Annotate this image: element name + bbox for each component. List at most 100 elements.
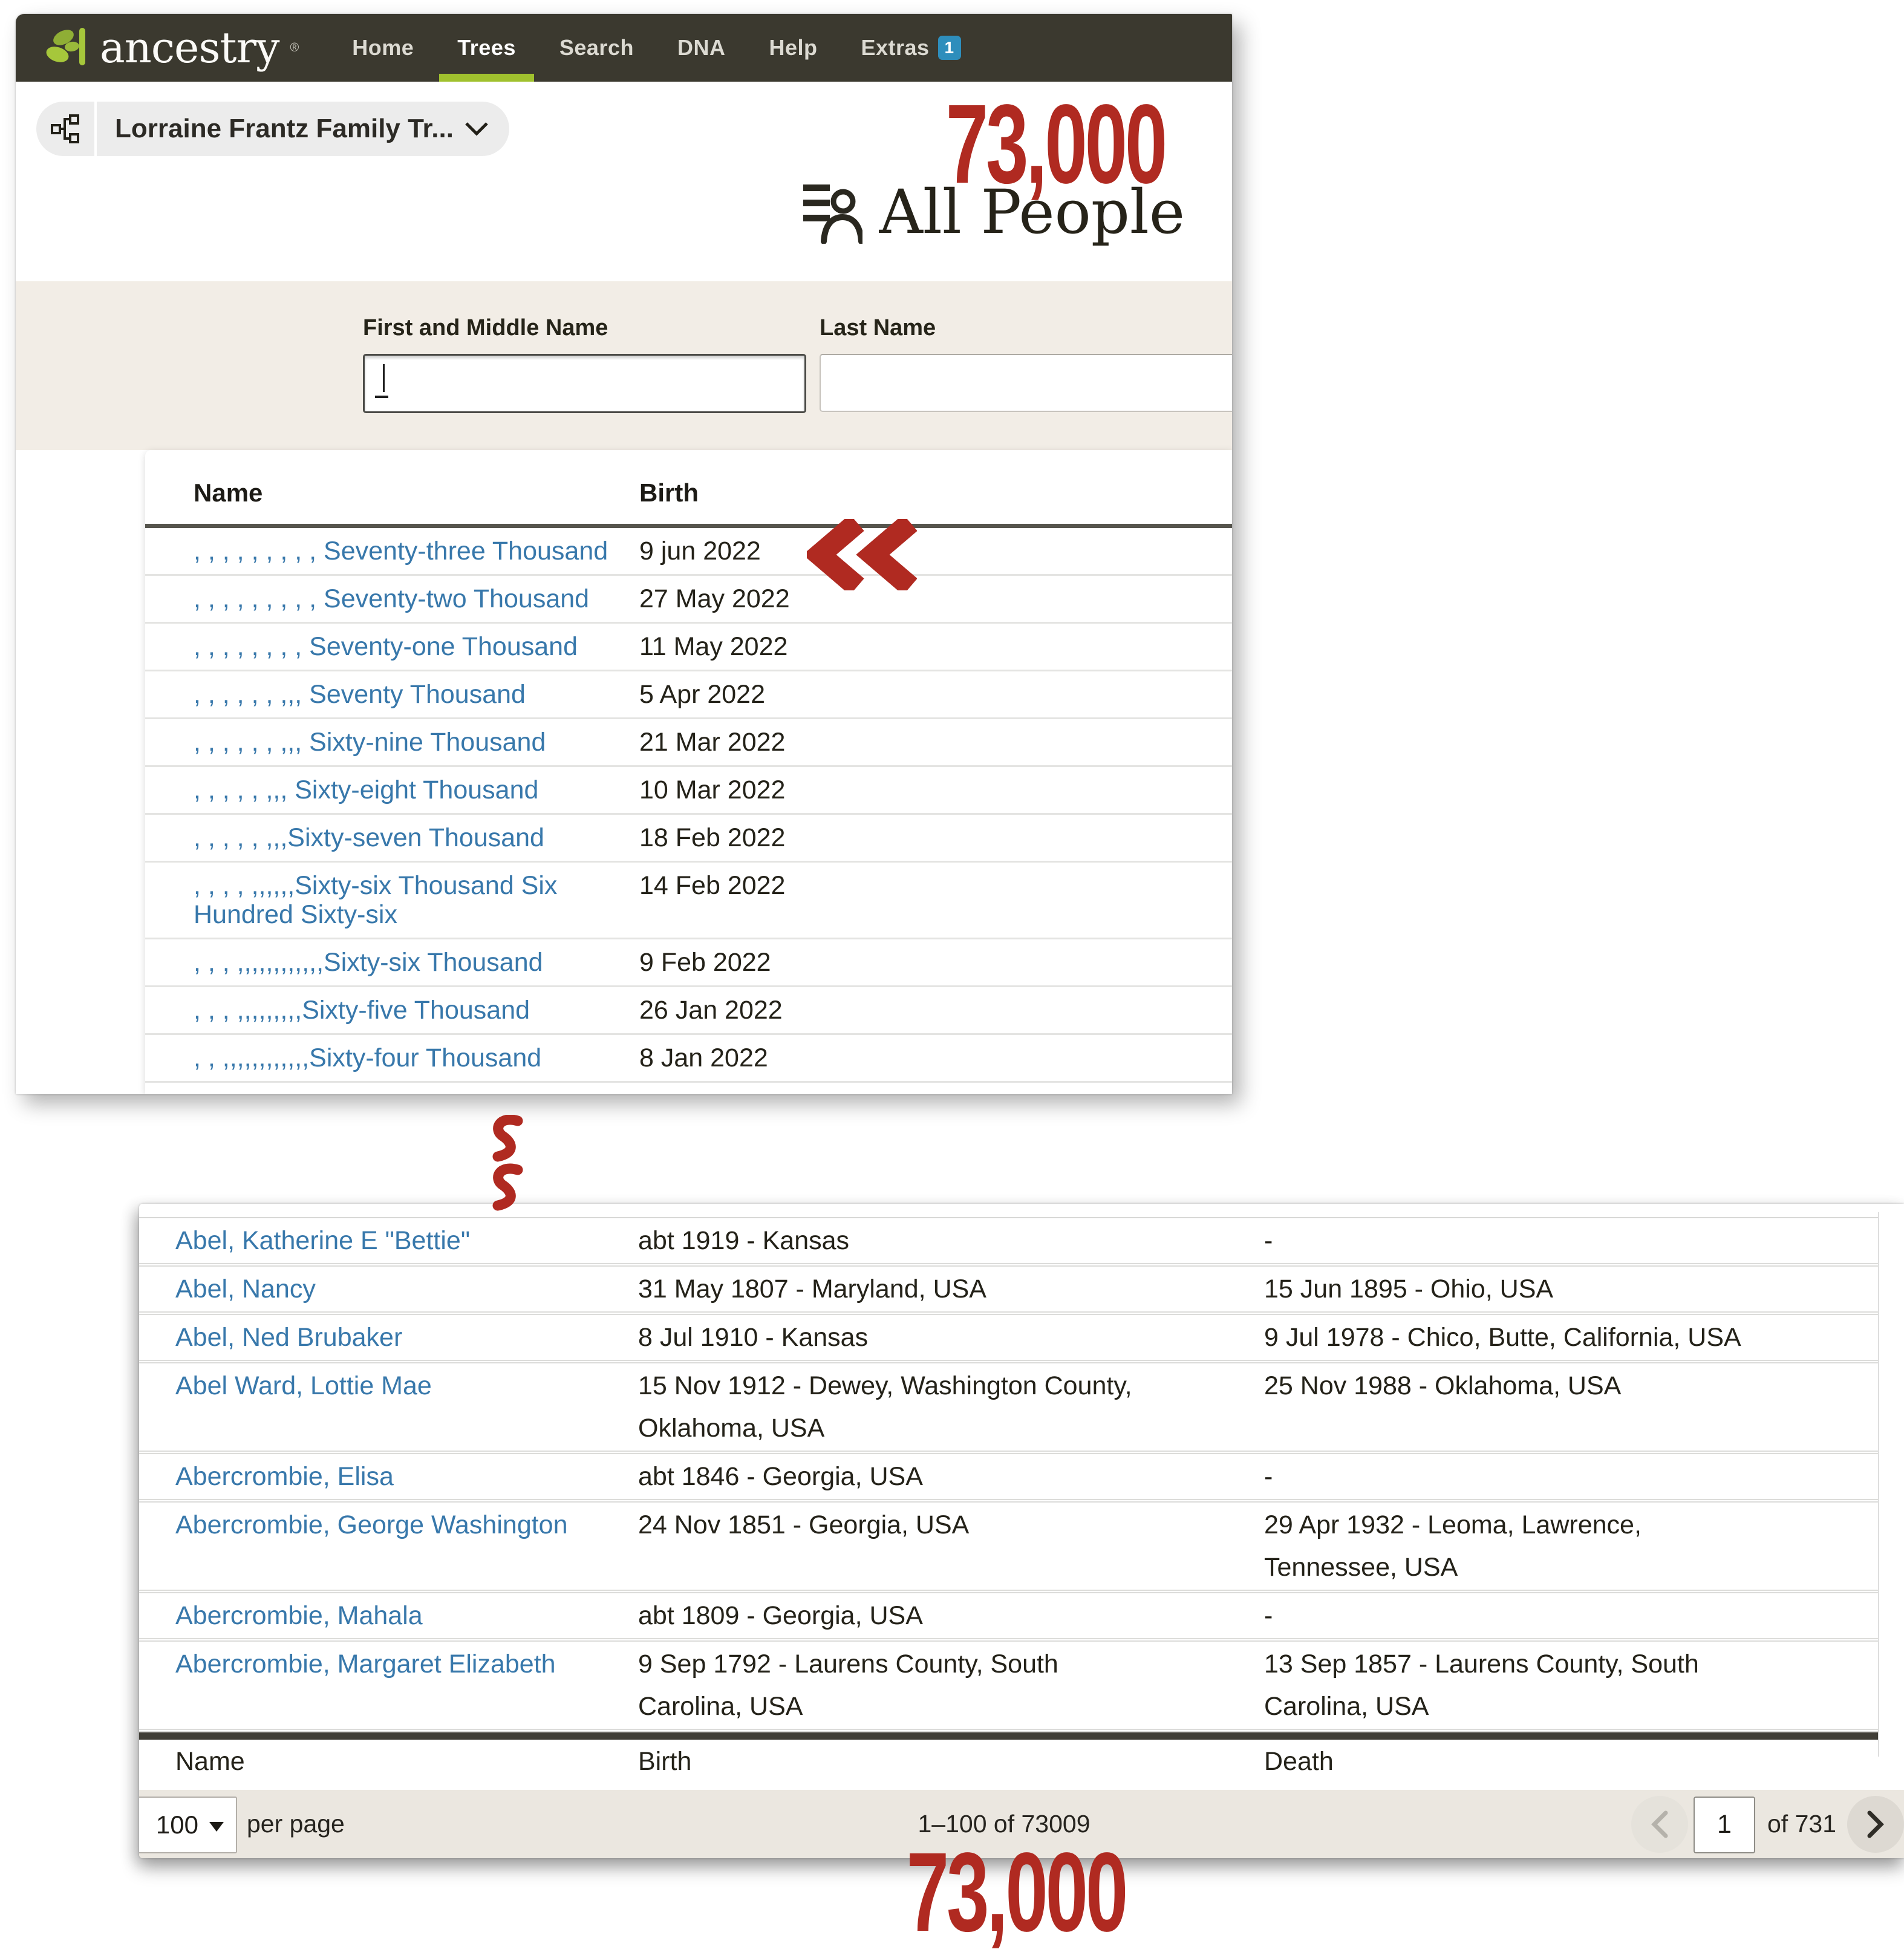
nav-item-label: Home [352,35,414,60]
birth-cell: 14 Feb 2022 [639,871,785,900]
table-row: , , , , , , ,,, Seventy Thousand5 Apr 20… [145,671,1232,719]
column-header-name: Name [175,1740,638,1783]
nav-item-label: Extras [861,35,929,60]
nav-item-extras[interactable]: Extras 1 [839,14,982,82]
birth-cell: 9 Feb 2022 [639,948,771,977]
table-row: Abel, Nancy31 May 1807 - Maryland, USA15… [139,1267,1878,1315]
footer-column-headers: Name Birth Death [139,1740,1878,1783]
table-row: , , , , ,,,,,,Sixty-six Thousand Six Hun… [145,863,1232,939]
tree-selector[interactable]: Lorraine Frantz Family Tr... [36,102,509,156]
all-people-icon [803,177,862,247]
person-link[interactable]: , , , , , ,,, Sixty-eight Thousand [194,775,639,805]
death-cell: 25 Nov 1988 - Oklahoma, USA [1264,1365,1878,1407]
previous-page-button[interactable] [1631,1796,1688,1853]
person-link[interactable]: Abercrombie, Margaret Elizabeth [175,1643,638,1685]
death-cell: - [1264,1594,1878,1637]
person-link[interactable]: Abel, Ned Brubaker [175,1316,638,1359]
ancestry-leaf-icon [44,26,89,70]
annotation-count-top: 73,000 [941,88,1171,201]
table-row: Abel Ward, Lottie Mae15 Nov 1912 - Dewey… [139,1363,1878,1454]
per-page-label: per page [247,1790,345,1858]
first-name-input[interactable] [363,354,806,413]
annotation-arrows-icon [807,519,917,593]
person-link[interactable]: Abercrombie, Elisa [175,1455,638,1498]
death-cell: - [1264,1455,1878,1498]
person-link[interactable]: , , , , , , , , , Seventy-three Thousand [194,537,639,566]
person-link[interactable]: , , , , , , , , , Seventy-two Thousand [194,584,639,613]
birth-cell: 5 Apr 2022 [639,680,765,709]
person-link[interactable]: , , , , ,,,,,,Sixty-six Thousand Six Hun… [194,871,639,929]
nav-item-search[interactable]: Search [538,14,656,82]
person-link[interactable]: , , , ,,,,,,,,,,,,Sixty-six Thousand [194,948,639,977]
person-link[interactable]: , , , , , , ,,, Sixty-nine Thousand [194,728,639,757]
table-row: Abercrombie, George Washington24 Nov 185… [139,1503,1878,1593]
person-link[interactable]: Abel Ward, Lottie Mae [175,1365,638,1407]
table-row: Abercrombie, Elisaabt 1846 - Georgia, US… [139,1454,1878,1503]
birth-cell: 10 Mar 2022 [639,775,785,805]
person-link[interactable]: , , , , , ,,,Sixty-seven Thousand [194,823,639,852]
table-row: , , , , , ,,, Sixty-eight Thousand10 Mar… [145,767,1232,815]
person-link[interactable]: Abel, Katherine E "Bettie" [175,1219,638,1262]
per-page-select[interactable]: 100 [139,1797,237,1853]
death-cell: - [1264,1219,1878,1262]
nav-item-dna[interactable]: DNA [656,14,748,82]
death-cell: 9 Jul 1978 - Chico, Butte, California, U… [1264,1316,1878,1359]
birth-cell: 9 jun 2022 [639,537,761,566]
column-header-birth: Birth [638,1740,1264,1783]
annotation-count-bottom: 73,000 [901,1836,1132,1949]
nav-item-help[interactable]: Help [747,14,839,82]
per-page-value: 100 [156,1810,198,1839]
person-link[interactable]: , , ,,,,,,,,,,Sixty-three Thousand [194,1091,639,1094]
tree-hierarchy-icon [36,114,94,144]
person-link[interactable]: Abercrombie, Mahala [175,1594,638,1637]
ancestry-window-bottom: Abel, Katherine E "Bettie"abt 1919 - Kan… [139,1204,1904,1858]
last-name-input[interactable] [820,354,1232,412]
registered-mark: ® [290,42,299,54]
table-row: , , , ,,,,,,,,,Sixty-five Thousand26 Jan… [145,987,1232,1035]
results-table-card: Name Birth , , , , , , , , , Seventy-thr… [145,450,1232,1094]
nav-item-label: Search [559,35,634,60]
nav-item-label: Trees [457,35,516,60]
bottom-table: Abel, Katherine E "Bettie"abt 1919 - Kan… [139,1204,1878,1783]
death-cell: 29 Apr 1932 - Leoma, Lawrence, Tennessee… [1264,1504,1878,1588]
table-row: , , , , , , , , , Seventy-three Thousand… [145,528,1232,576]
column-header-birth: Birth [639,478,699,508]
person-link[interactable]: , , , , , , , , Seventy-one Thousand [194,632,639,661]
table-header: Name Birth [145,450,1232,508]
table-row: , , , , , ,,,Sixty-seven Thousand18 Feb … [145,815,1232,863]
table-row: , , ,,,,,,,,,,Sixty-three Thousand19 Dec… [145,1083,1232,1094]
birth-cell: 18 Feb 2022 [639,823,785,852]
birth-cell: 27 May 2022 [639,584,790,613]
person-link[interactable]: , , , ,,,,,,,,,Sixty-five Thousand [194,996,639,1025]
person-link[interactable]: , , , , , , ,,, Seventy Thousand [194,680,639,709]
bottom-table-rows: Abel, Katherine E "Bettie"abt 1919 - Kan… [139,1218,1878,1732]
page-number-input[interactable]: 1 [1694,1797,1755,1853]
birth-cell: abt 1809 - Georgia, USA [638,1594,1264,1637]
birth-cell: 21 Mar 2022 [639,728,785,757]
table-row: Abercrombie, Margaret Elizabeth9 Sep 179… [139,1642,1878,1732]
birth-cell: 11 May 2022 [639,632,787,661]
person-link[interactable]: , , ,,,,,,,,,,,,Sixty-four Thousand [194,1043,639,1072]
person-link[interactable]: Abercrombie, George Washington [175,1504,638,1546]
chevron-down-icon [465,121,489,137]
ancestry-logo[interactable]: ancestry ® [44,26,299,70]
footer-header-rule [139,1732,1878,1740]
extras-badge: 1 [938,36,961,60]
next-page-button[interactable] [1847,1796,1904,1853]
brand-wordmark: ancestry [100,27,279,69]
annotation-squiggle-icon [490,1115,525,1215]
column-header-death: Death [1264,1740,1334,1783]
person-link[interactable]: Abel, Nancy [175,1268,638,1310]
text-caret-foot [375,396,388,398]
nav-item-home[interactable]: Home [330,14,435,82]
nav-item-trees[interactable]: Trees [435,14,538,82]
table-right-border [1878,1212,1879,1757]
top-nav: ancestry ® Home Trees Search DNA Help Extras 1 [16,14,1232,82]
nav-item-label: DNA [677,35,726,60]
top-table-rows: , , , , , , , , , Seventy-three Thousand… [145,528,1232,1094]
nav-item-label: Help [769,35,817,60]
birth-cell: 8 Jan 2022 [639,1043,768,1072]
header-rule [145,524,1232,528]
table-row: Abercrombie, Mahalaabt 1809 - Georgia, U… [139,1593,1878,1642]
text-caret [383,364,385,392]
